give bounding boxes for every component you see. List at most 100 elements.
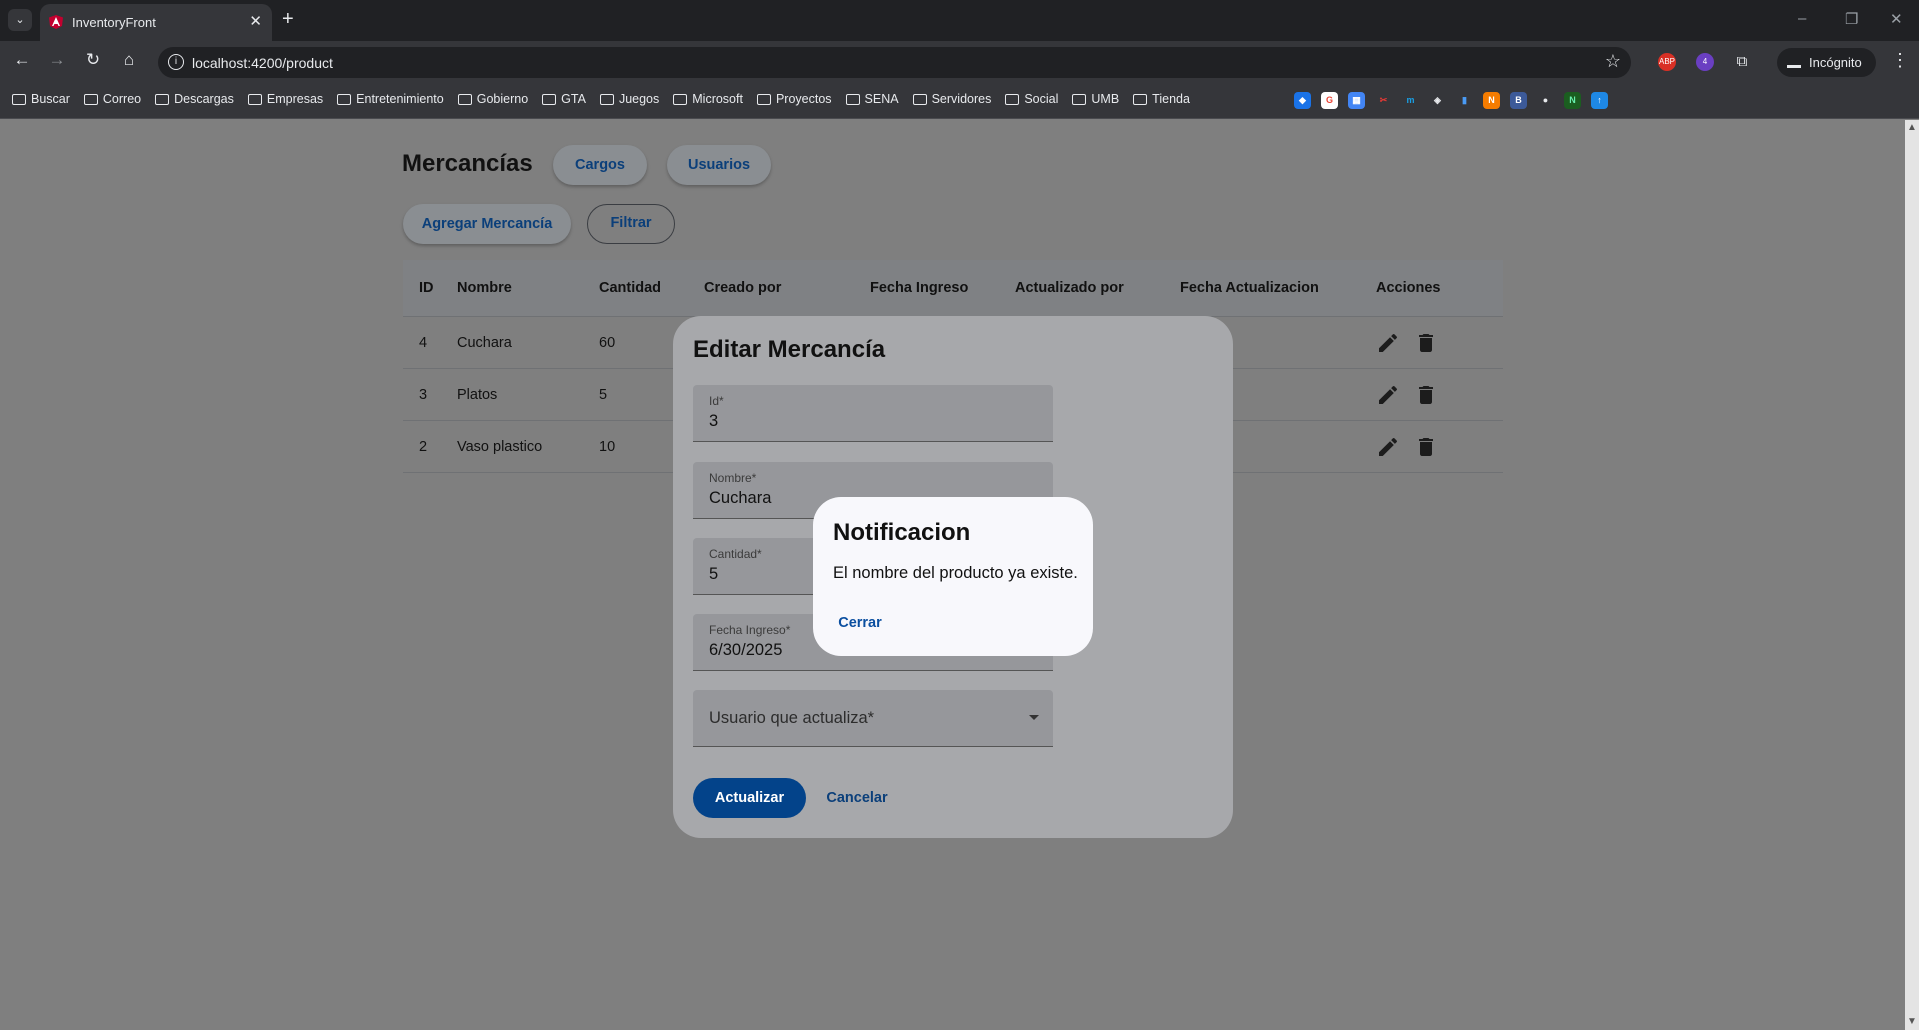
bookmark-folder[interactable]: UMB — [1072, 92, 1119, 106]
arrow-bookmark-icon[interactable]: ↑ — [1591, 92, 1608, 109]
github-bookmark-icon[interactable]: ● — [1537, 92, 1554, 109]
bookmark-folder[interactable]: Social — [1005, 92, 1058, 106]
bookmark-folder[interactable]: Servidores — [912, 92, 991, 106]
bookmark-folder[interactable]: Descargas — [155, 92, 234, 106]
header-quantity: Cantidad — [599, 280, 662, 296]
dialog-title: Editar Mercancía — [693, 336, 886, 363]
page-scrollbar[interactable] — [1905, 120, 1919, 1030]
new-tab-button[interactable]: + — [282, 8, 294, 30]
header-updated-by: Actualizado por — [1015, 280, 1124, 296]
bookmark-folder[interactable]: Gobierno — [457, 92, 528, 106]
close-notification-button[interactable]: Cerrar — [829, 605, 891, 641]
delete-icon[interactable] — [1414, 383, 1438, 407]
id-label: Id* — [709, 394, 724, 408]
minimize-icon[interactable]: – — [1798, 10, 1806, 27]
scissors-bookmark-icon[interactable]: ✂ — [1375, 92, 1392, 109]
browser-tab[interactable]: InventoryFront ✕ — [40, 4, 272, 41]
extension-badge: 4 — [1702, 57, 1708, 66]
orange-bookmark-icon[interactable]: N — [1483, 92, 1500, 109]
close-window-icon[interactable]: ✕ — [1890, 10, 1903, 28]
google-bookmark-icon[interactable]: G — [1321, 92, 1338, 109]
entry-date-label: Fecha Ingreso* — [709, 623, 791, 637]
folder-icon — [247, 93, 262, 105]
bookmark-folder[interactable]: Proyectos — [756, 92, 832, 106]
codepen-bookmark-icon[interactable]: ◈ — [1429, 92, 1446, 109]
delete-icon[interactable] — [1414, 435, 1438, 459]
bookmark-folder[interactable]: Entretenimiento — [337, 92, 444, 106]
id-value: 3 — [709, 412, 719, 430]
row-actions — [1370, 331, 1503, 355]
cell-id: 4 — [419, 334, 428, 351]
nav-usuarios-button[interactable]: Usuarios — [667, 145, 771, 185]
folder-icon — [673, 93, 688, 105]
bookmark-folder[interactable]: Microsoft — [673, 92, 743, 106]
b-bookmark-icon[interactable]: B — [1510, 92, 1527, 109]
microphone-bookmark-icon[interactable]: ▮ — [1456, 92, 1473, 109]
delete-icon[interactable] — [1414, 331, 1438, 355]
update-button[interactable]: Actualizar — [693, 778, 806, 818]
cancel-button[interactable]: Cancelar — [819, 778, 895, 818]
incognito-icon — [1787, 56, 1801, 68]
bookmarks-bar: Buscar Correo Descargas Empresas Entrete… — [0, 83, 1919, 119]
n-bookmark-icon[interactable]: N — [1564, 92, 1581, 109]
bookmark-folder[interactable]: SENA — [845, 92, 899, 106]
add-product-button[interactable]: Agregar Mercancía — [403, 204, 571, 244]
sheets-bookmark-icon[interactable]: ▦ — [1348, 92, 1365, 109]
cell-id: 2 — [419, 438, 428, 455]
back-icon[interactable]: ← — [10, 50, 34, 70]
scroll-down-icon[interactable]: ▼ — [1907, 1016, 1917, 1027]
browser-toolbar: ← → ↻ ⌂ i localhost:4200/product ☆ ABP 4… — [0, 41, 1919, 83]
notification-title: Notificacion — [833, 519, 971, 546]
folder-icon — [599, 93, 614, 105]
header-entry-date: Fecha Ingreso — [870, 280, 969, 296]
notification-message: El nombre del producto ya existe. — [833, 564, 1078, 582]
folder-icon — [1133, 93, 1148, 105]
cell-id: 3 — [419, 386, 428, 403]
bookmark-folder[interactable]: GTA — [542, 92, 586, 106]
updating-user-placeholder: Usuario que actualiza* — [709, 709, 875, 727]
updating-user-select[interactable]: Usuario que actualiza* — [693, 690, 1053, 747]
folder-icon — [1005, 93, 1020, 105]
extensions-puzzle-icon[interactable]: ⧉ — [1733, 53, 1751, 71]
table-header: ID Nombre Cantidad Creado por Fecha Ingr… — [403, 260, 1503, 317]
site-info-icon[interactable]: i — [168, 54, 184, 70]
incognito-indicator[interactable]: Incógnito — [1777, 48, 1876, 77]
adblock-icon[interactable]: ABP — [1658, 53, 1676, 71]
bookmark-folder[interactable]: Empresas — [247, 92, 323, 106]
header-id: ID — [419, 280, 434, 296]
id-field[interactable]: Id* 3 — [693, 385, 1053, 442]
movistar-bookmark-icon[interactable]: m — [1402, 92, 1419, 109]
forward-icon[interactable]: → — [45, 50, 69, 70]
restore-icon[interactable]: ❐ — [1845, 10, 1858, 28]
notification-dialog: Notificacion El nombre del producto ya e… — [813, 497, 1093, 656]
folder-icon — [155, 93, 170, 105]
folder-icon — [845, 93, 860, 105]
nav-cargos-button[interactable]: Cargos — [553, 145, 647, 185]
tab-search-icon[interactable]: ⌄ — [8, 9, 32, 31]
scroll-up-icon[interactable]: ▲ — [1907, 122, 1917, 133]
page-title: Mercancías — [402, 150, 533, 177]
cell-name: Cuchara — [457, 334, 512, 351]
bookmark-folder[interactable]: Buscar — [12, 92, 70, 106]
bookmark-star-icon[interactable]: ☆ — [1605, 51, 1621, 72]
address-bar[interactable]: i localhost:4200/product ☆ — [158, 47, 1631, 78]
name-value: Cuchara — [709, 489, 772, 507]
shield-bookmark-icon[interactable]: ◆ — [1294, 92, 1311, 109]
quantity-label: Cantidad* — [709, 547, 762, 561]
bookmark-folders: Buscar Correo Descargas Empresas Entrete… — [12, 92, 1190, 106]
close-tab-icon[interactable]: ✕ — [249, 12, 262, 30]
angular-icon — [49, 15, 63, 29]
bookmark-folder[interactable]: Correo — [83, 92, 141, 106]
bookmark-shortcuts: ◆ G ▦ ✂ m ◈ ▮ N B ● N ↑ — [1294, 92, 1608, 109]
edit-icon[interactable] — [1376, 331, 1400, 355]
reload-icon[interactable]: ↻ — [81, 50, 105, 70]
bookmark-folder[interactable]: Tienda — [1133, 92, 1190, 106]
bookmark-folder[interactable]: Juegos — [599, 92, 659, 106]
tab-title: InventoryFront — [72, 15, 156, 30]
home-icon[interactable]: ⌂ — [117, 50, 141, 70]
browser-menu-icon[interactable]: ⋮ — [1891, 50, 1909, 71]
extension-icon[interactable]: 4 — [1696, 53, 1714, 71]
edit-icon[interactable] — [1376, 435, 1400, 459]
edit-icon[interactable] — [1376, 383, 1400, 407]
filter-button[interactable]: Filtrar — [587, 204, 675, 244]
